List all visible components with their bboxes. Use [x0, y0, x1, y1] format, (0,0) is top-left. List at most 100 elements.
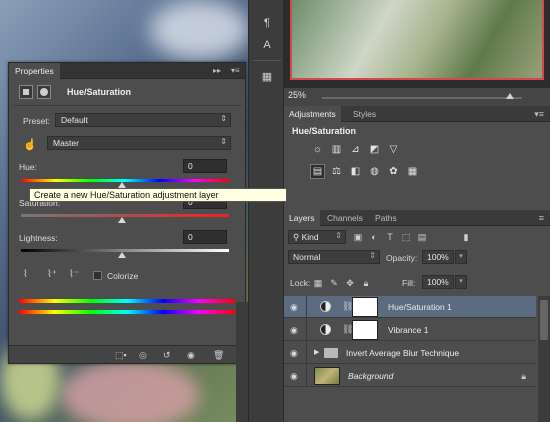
- navigator-zoom-row: 25%: [284, 88, 550, 104]
- layers-panel-menu-icon[interactable]: ≡: [539, 213, 544, 223]
- color-balance-icon[interactable]: ⚖: [329, 164, 344, 179]
- lightness-label: Lightness:: [19, 233, 58, 243]
- eye-icon[interactable]: ◉: [290, 325, 298, 336]
- layers-scrollbar[interactable]: [538, 296, 550, 422]
- targeted-adjustment-hand-icon[interactable]: ☝: [23, 138, 37, 151]
- layer-mask-thumbnail[interactable]: [352, 320, 378, 340]
- clip-to-layer-icon[interactable]: ⬚▪: [115, 350, 127, 361]
- lock-transparency-icon[interactable]: ▦: [312, 277, 324, 289]
- layer-name[interactable]: Vibrance 1: [388, 325, 428, 335]
- lightness-input[interactable]: 0: [183, 230, 227, 244]
- zoom-slider[interactable]: [322, 97, 522, 99]
- filter-adjustment-icon[interactable]: ◐: [368, 231, 380, 243]
- lightness-slider-handle[interactable]: [118, 252, 126, 258]
- canvas-highlight: [150, 0, 250, 60]
- layer-filter-kind[interactable]: ⚲ Kind ⇕: [288, 230, 346, 244]
- lock-pixels-icon[interactable]: ✎: [328, 277, 340, 289]
- channel-value: Master: [53, 138, 79, 148]
- eye-icon[interactable]: ◉: [290, 371, 298, 382]
- expand-arrow-icon[interactable]: ▶: [314, 348, 319, 356]
- layer-row-hue-saturation[interactable]: ◉ ⛓ Hue/Saturation 1: [284, 296, 536, 318]
- adjustment-layer-icon: [320, 324, 331, 335]
- hue-value: 0: [188, 161, 193, 171]
- curves-icon[interactable]: ⊿: [348, 142, 363, 157]
- navigator-thumbnail[interactable]: [290, 0, 544, 80]
- eye-icon[interactable]: ◉: [290, 302, 298, 313]
- colorize-checkbox[interactable]: [93, 271, 102, 280]
- fill-input[interactable]: 100%: [422, 275, 454, 289]
- eye-icon[interactable]: ◉: [290, 348, 298, 359]
- zoom-slider-handle[interactable]: [506, 93, 514, 99]
- tab-paths[interactable]: Paths: [370, 210, 402, 226]
- opacity-value: 100%: [427, 252, 449, 262]
- photo-filter-icon[interactable]: ◍: [367, 164, 382, 179]
- color-lookup-icon[interactable]: ▦: [405, 164, 420, 179]
- layer-row-vibrance[interactable]: ◉ ⛓ Vibrance 1: [284, 319, 536, 341]
- lock-position-icon[interactable]: ✥: [344, 277, 356, 289]
- lock-icon: 🔒︎: [521, 371, 526, 381]
- saturation-slider-handle[interactable]: [118, 217, 126, 223]
- blend-mode-select[interactable]: Normal ⇕: [288, 250, 380, 264]
- panel-menu-icon[interactable]: ▾≡: [231, 66, 240, 75]
- filter-pixel-icon[interactable]: ▣: [352, 231, 364, 243]
- lightness-value: 0: [188, 232, 193, 242]
- opacity-dropdown-arrow[interactable]: ▾: [455, 250, 467, 264]
- tab-adjustments[interactable]: Adjustments: [284, 106, 341, 122]
- tab-channels[interactable]: Channels: [322, 210, 368, 226]
- scrollbar-thumb[interactable]: [540, 300, 548, 340]
- layer-mask-thumbnail[interactable]: [352, 297, 378, 317]
- tab-properties[interactable]: Properties: [9, 63, 60, 79]
- layer-row-group[interactable]: ◉ ▶ Invert Average Blur Technique: [284, 342, 536, 364]
- properties-panel-icon[interactable]: ▦: [258, 68, 276, 86]
- mask-icon[interactable]: [37, 85, 51, 99]
- panel-icon-strip: ¶ A ▦: [248, 0, 284, 422]
- black-white-icon[interactable]: ◧: [348, 164, 363, 179]
- eyedropper-plus-icon[interactable]: ⌇⁺: [47, 269, 57, 280]
- preset-select[interactable]: Default ⇕: [55, 113, 231, 127]
- preset-value: Default: [61, 115, 88, 125]
- row-divider: [306, 296, 307, 318]
- filter-toggle-icon[interactable]: ▮: [460, 231, 472, 243]
- layer-name[interactable]: Hue/Saturation 1: [388, 302, 452, 312]
- view-previous-icon[interactable]: ◎: [139, 350, 147, 361]
- visibility-eye-icon[interactable]: ◉: [187, 350, 195, 361]
- result-color-bar: [19, 310, 235, 314]
- lock-all-icon[interactable]: 🔒︎: [360, 277, 372, 289]
- tab-styles[interactable]: Styles: [348, 106, 381, 122]
- eyedropper-icon[interactable]: ⌇: [23, 269, 28, 280]
- panel-menu-icon[interactable]: ▾≡: [534, 109, 544, 120]
- channel-select[interactable]: Master ⇕: [47, 136, 231, 150]
- channel-mixer-icon[interactable]: ✿: [386, 164, 401, 179]
- filter-shape-icon[interactable]: ⬚: [400, 231, 412, 243]
- adjustment-icon[interactable]: [19, 85, 33, 99]
- paragraph-icon[interactable]: ¶: [258, 14, 276, 32]
- reset-icon[interactable]: ↺: [163, 350, 171, 361]
- fill-dropdown-arrow[interactable]: ▾: [455, 275, 467, 289]
- trash-icon[interactable]: 🗑︎: [213, 350, 224, 361]
- collapse-icon[interactable]: ▸▸: [213, 66, 221, 75]
- layer-row-background[interactable]: ◉ Background 🔒︎: [284, 365, 536, 387]
- layer-name[interactable]: Background: [348, 371, 393, 381]
- tooltip: Create a new Hue/Saturation adjustment l…: [29, 188, 287, 202]
- brightness-contrast-icon[interactable]: ☼: [310, 142, 325, 157]
- hue-input[interactable]: 0: [183, 159, 227, 173]
- hue-saturation-icon[interactable]: ▤: [310, 164, 325, 179]
- character-icon[interactable]: A: [258, 36, 276, 54]
- adjustment-layer-icon: [320, 301, 331, 312]
- eyedropper-minus-icon[interactable]: ⌇⁻: [69, 269, 79, 280]
- vibrance-icon[interactable]: ▽: [386, 142, 401, 157]
- filter-smartobject-icon[interactable]: ▤: [416, 231, 428, 243]
- divider: [13, 105, 241, 106]
- filter-type-icon[interactable]: T: [384, 231, 396, 243]
- properties-title: Hue/Saturation: [67, 87, 132, 97]
- properties-title-row: Hue/Saturation: [9, 81, 245, 103]
- exposure-icon[interactable]: ◩: [367, 142, 382, 157]
- layer-name[interactable]: Invert Average Blur Technique: [346, 348, 459, 358]
- tab-layers[interactable]: Layers: [284, 210, 320, 226]
- colorize-label: Colorize: [107, 271, 139, 281]
- zoom-value[interactable]: 25%: [288, 90, 306, 100]
- opacity-input[interactable]: 100%: [422, 250, 454, 264]
- levels-icon[interactable]: ▥: [329, 142, 344, 157]
- layer-thumbnail[interactable]: [314, 367, 340, 385]
- properties-scrollbar[interactable]: [236, 302, 248, 422]
